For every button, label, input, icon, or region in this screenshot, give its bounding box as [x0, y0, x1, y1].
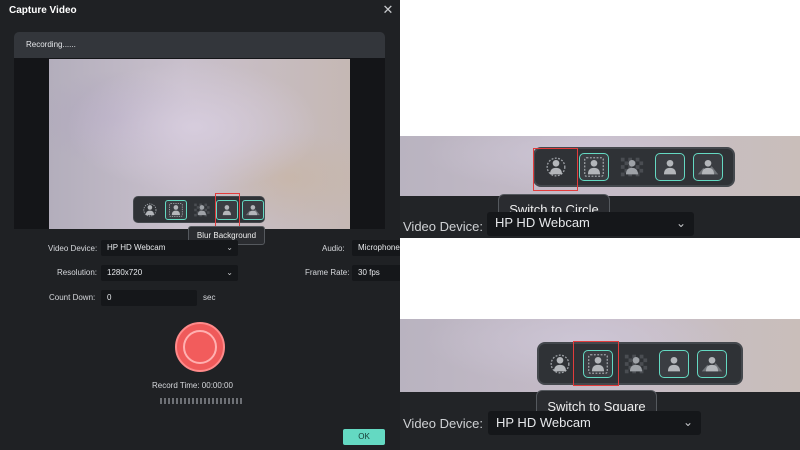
count-down-label: Count Down:: [49, 293, 96, 302]
video-device-select[interactable]: HP HD Webcam ⌄: [487, 212, 694, 236]
frame-rate-select[interactable]: 30 fps: [352, 265, 400, 281]
blur-background-icon: [663, 159, 677, 175]
resolution-value: 1280x720: [107, 268, 143, 277]
chevron-down-icon: ⌄: [226, 243, 233, 252]
count-down-input[interactable]: 0: [101, 290, 197, 306]
replace-background-icon: [697, 159, 719, 175]
recording-status-text: Recording......: [26, 40, 76, 49]
video-device-label: Video Device:: [48, 244, 98, 253]
video-device-label: Video Device:: [403, 219, 483, 234]
transparent-background-button[interactable]: [617, 153, 647, 181]
background-mode-toolbar: [133, 196, 265, 223]
recording-status-bar: Recording......: [14, 32, 385, 58]
video-device-value: HP HD Webcam: [107, 243, 166, 252]
chevron-down-icon: ⌄: [682, 415, 693, 429]
person-transparent-icon: [624, 354, 648, 373]
square-frame-button[interactable]: [164, 199, 187, 220]
transparent-background-button[interactable]: [621, 350, 651, 378]
replace-background-icon: [701, 356, 723, 371]
audio-label: Audio:: [322, 244, 345, 253]
circle-frame-icon: [143, 202, 157, 217]
blur-background-button[interactable]: [659, 349, 689, 378]
audio-value: Microphone: [358, 243, 400, 252]
chevron-down-icon: ⌄: [226, 268, 233, 277]
blur-background-icon: [667, 356, 681, 371]
close-button[interactable]: ✕: [381, 3, 395, 17]
zoomed-toolbar: [537, 342, 743, 385]
count-down-unit: sec: [203, 293, 216, 302]
video-device-value: HP HD Webcam: [495, 215, 590, 230]
count-down-value: 0: [107, 293, 112, 302]
circle-frame-button[interactable]: [139, 200, 161, 220]
replace-background-button[interactable]: [697, 349, 727, 378]
record-time: Record Time: 00:00:00: [152, 381, 233, 390]
dialog-title: Capture Video: [9, 5, 77, 16]
capture-video-dialog: Capture Video ✕ Recording...... Blur Bac…: [0, 0, 400, 450]
square-frame-button[interactable]: [579, 153, 609, 181]
resolution-label: Resolution:: [57, 268, 98, 277]
selection-highlight: [215, 193, 240, 227]
square-frame-icon: [168, 202, 183, 217]
person-transparent-icon: [193, 203, 210, 216]
audio-select[interactable]: Microphone: [352, 240, 400, 256]
video-device-label: Video Device:: [403, 416, 483, 431]
zoom-panel-square: Switch to Square Video Device: HP HD Web…: [400, 319, 800, 450]
replace-background-icon: [246, 204, 261, 215]
person-transparent-icon: [620, 157, 644, 177]
audio-level-meter: [160, 398, 242, 404]
blur-background-button[interactable]: [655, 153, 685, 181]
video-device-select[interactable]: HP HD Webcam ⌄: [488, 411, 701, 435]
square-frame-icon: [584, 157, 604, 177]
transparent-background-button[interactable]: [191, 200, 213, 220]
zoom-panel-circle: Switch to Circle Video Device: HP HD Web…: [400, 136, 800, 238]
frame-rate-value: 30 fps: [358, 268, 380, 277]
resolution-select[interactable]: 1280x720 ⌄: [101, 265, 238, 281]
video-device-value: HP HD Webcam: [496, 415, 591, 430]
circle-frame-icon: [550, 354, 570, 373]
selection-highlight: [533, 148, 578, 191]
circle-frame-button[interactable]: [545, 350, 575, 378]
ok-button[interactable]: OK: [343, 429, 385, 445]
selection-highlight: [573, 341, 619, 386]
replace-background-button[interactable]: [693, 153, 723, 181]
frame-rate-label: Frame Rate:: [305, 268, 350, 277]
record-button[interactable]: [175, 322, 225, 372]
replace-background-button[interactable]: [242, 199, 264, 220]
video-device-select[interactable]: HP HD Webcam ⌄: [101, 240, 238, 256]
chevron-down-icon: ⌄: [675, 216, 686, 230]
record-icon: [183, 330, 217, 364]
